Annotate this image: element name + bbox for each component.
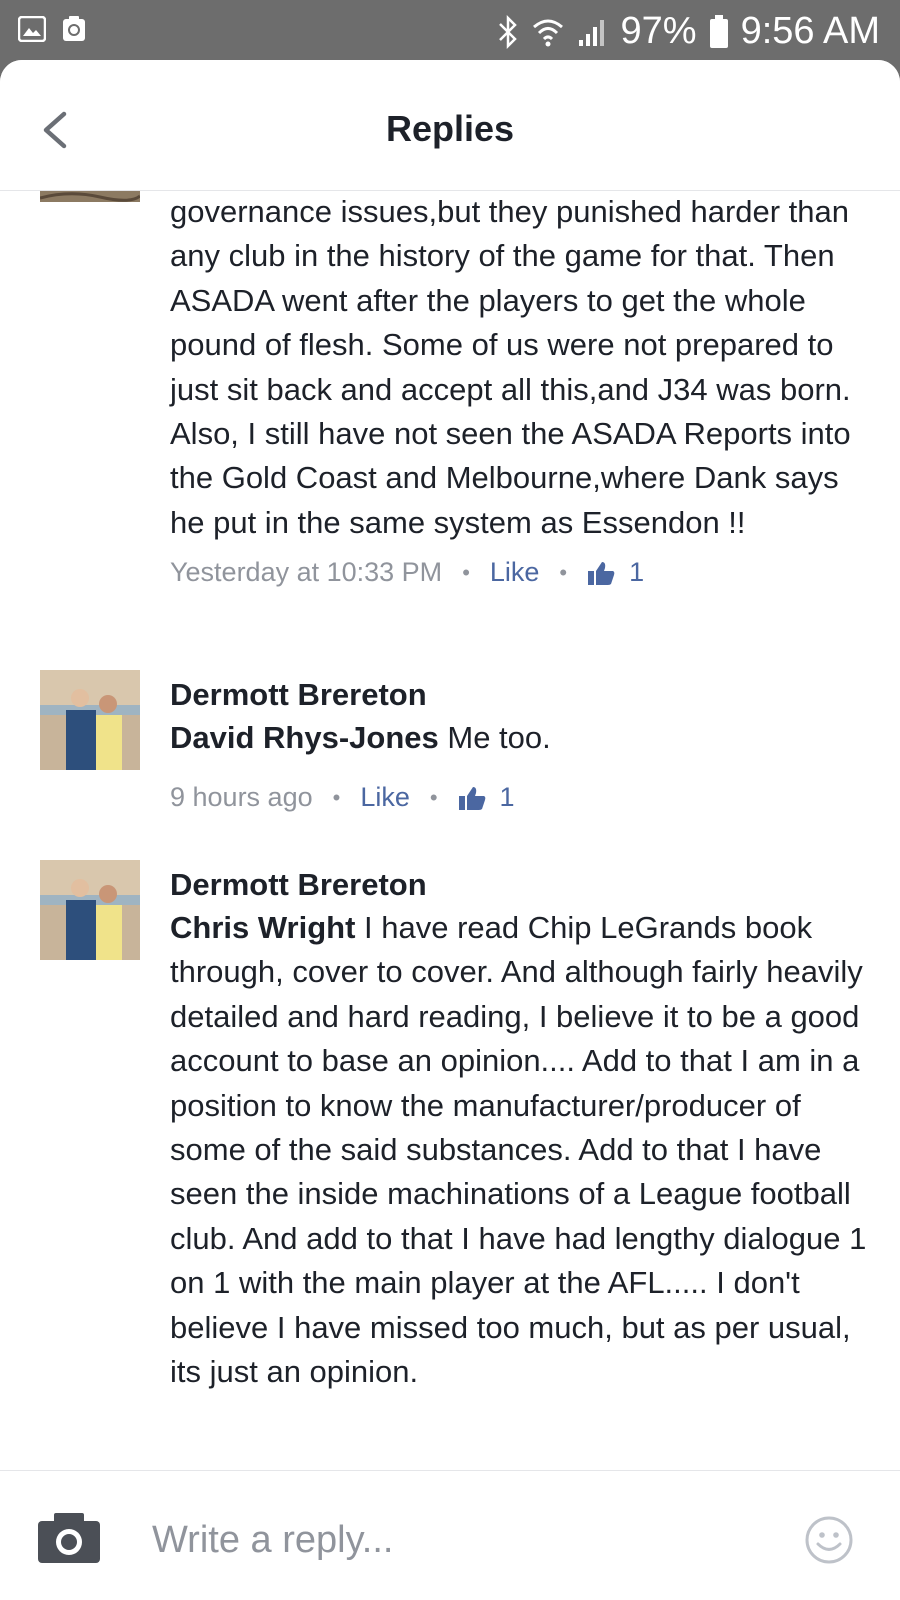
wifi-icon [532,19,563,46]
thumbs-up-icon [458,786,485,810]
gallery-icon [18,16,46,42]
header: Replies [0,60,900,191]
battery-icon [709,14,728,48]
bluetooth-icon [498,14,517,49]
separator: • [462,559,470,585]
status-bar: 97% 9:56 AM [0,0,900,62]
replies-sheet: Replies governance issues,but they punis… [0,60,900,1600]
separator: • [429,784,438,810]
comment-meta: Yesterday at 10:33 PM • Like • 1 [170,557,870,588]
smiley-icon[interactable] [804,1515,854,1565]
avatar-photo [40,670,140,770]
like-count[interactable]: 1 [500,782,515,813]
avatar[interactable] [40,670,140,770]
signal-icon [578,19,604,46]
like-button[interactable]: Like [490,557,540,588]
like-button[interactable]: Like [360,782,410,813]
like-count[interactable]: 1 [629,557,644,588]
avatar-photo [40,190,140,202]
avatar[interactable] [40,860,140,960]
separator: • [332,784,341,810]
timestamp: Yesterday at 10:33 PM [170,557,443,588]
reply-input[interactable] [150,1511,754,1569]
mention[interactable]: David Rhys-Jones [170,720,439,755]
mention[interactable]: Chris Wright [170,910,355,945]
timestamp: 9 hours ago [170,782,313,813]
separator: • [559,559,568,585]
clock: 9:56 AM [740,10,880,52]
comment-text: Chris Wright I have read Chip LeGrands b… [170,906,870,1394]
recycle-icon [63,16,85,41]
replies-list[interactable]: governance issues,but they punished hard… [0,190,900,1530]
comment-body: I have read Chip LeGrands book through, … [170,910,867,1390]
camera-icon[interactable] [38,1513,100,1563]
comment-author[interactable]: Dermott Brereton [170,864,870,906]
comment-author[interactable]: Dermott Brereton [170,674,870,716]
comment-body: Me too. [438,720,551,755]
thumbs-up-icon [588,561,615,585]
reply-composer [0,1470,900,1600]
battery-percent: 97% [620,10,697,52]
page-title: Replies [385,108,515,149]
comment-text: governance issues,but they punished hard… [170,194,851,540]
avatar[interactable] [40,190,140,202]
comment-text: David Rhys-Jones Me too. [170,716,870,760]
comment-meta: 9 hours ago • Like • 1 [170,782,870,813]
avatar-photo [40,860,140,960]
